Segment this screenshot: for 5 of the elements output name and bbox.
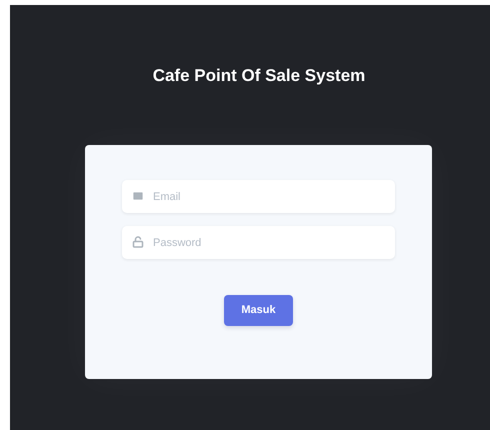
lock-icon xyxy=(132,236,144,248)
password-field[interactable]: Password xyxy=(122,226,395,259)
email-field[interactable]: Email xyxy=(122,180,395,213)
login-button[interactable]: Masuk xyxy=(224,295,293,326)
page-title: Cafe Point Of Sale System xyxy=(152,65,366,87)
